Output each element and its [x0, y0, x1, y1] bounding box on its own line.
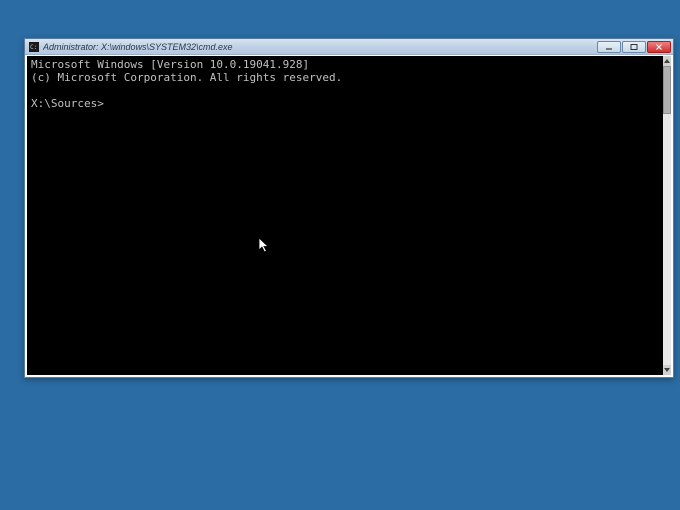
window-controls — [597, 41, 671, 53]
console-line: Microsoft Windows [Version 10.0.19041.92… — [31, 58, 659, 71]
console-line: (c) Microsoft Corporation. All rights re… — [31, 71, 659, 84]
window-title: Administrator: X:\windows\SYSTEM32\cmd.e… — [43, 42, 597, 52]
titlebar[interactable]: C: Administrator: X:\windows\SYSTEM32\cm… — [25, 39, 673, 55]
scroll-down-arrow[interactable] — [663, 365, 671, 375]
scroll-up-arrow[interactable] — [663, 56, 671, 66]
vertical-scrollbar[interactable] — [663, 56, 671, 375]
prompt: X:\Sources> — [31, 97, 659, 110]
svg-text:C:: C: — [30, 44, 37, 51]
scroll-thumb[interactable] — [663, 66, 671, 114]
cmd-icon: C: — [29, 42, 39, 52]
close-button[interactable] — [647, 41, 671, 53]
console-output[interactable]: Microsoft Windows [Version 10.0.19041.92… — [27, 56, 663, 375]
minimize-button[interactable] — [597, 41, 621, 53]
maximize-button[interactable] — [622, 41, 646, 53]
cmd-window: C: Administrator: X:\windows\SYSTEM32\cm… — [24, 38, 674, 378]
